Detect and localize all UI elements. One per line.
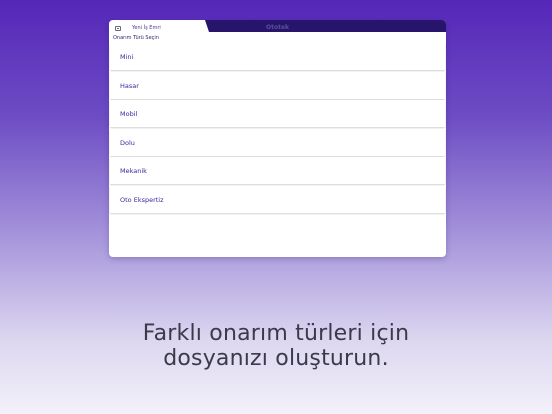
section-title: Onarım Türü Seçin [113,35,159,41]
list-item-label: Mekanik [120,167,147,176]
tab-new-work-order-label: Yeni İş Emri [132,25,161,31]
repair-type-list: Mini Hasar Mobil Dolu Mekanik Oto Eksper… [110,43,445,215]
tab-new-work-order[interactable]: Yeni İş Emri [109,20,209,32]
repair-type-mekanik[interactable]: Mekanik [110,157,445,185]
list-item-label: Hasar [120,81,139,90]
repair-type-dolu[interactable]: Dolu [110,128,445,156]
list-item-label: Mobil [120,110,138,119]
list-item-label: Mini [120,53,134,61]
promo-caption: Farklı onarım türleri için dosyanızı olu… [0,321,552,371]
repair-type-mobil[interactable]: Mobil [110,100,445,128]
caption-line-2: dosyanızı oluşturun. [163,346,389,371]
tab-bar: Yeni İş Emri Ototek [109,20,446,32]
caption-line-1: Farklı onarım türleri için [142,321,410,346]
document-icon [115,26,121,31]
list-item-label: Dolu [120,138,135,147]
repair-type-mini[interactable]: Mini [110,43,445,70]
repair-type-hasar[interactable]: Hasar [110,71,445,99]
list-item-label: Oto Ekspertiz [120,195,164,204]
repair-type-oto-ekspertiz[interactable]: Oto Ekspertiz [110,185,445,213]
tab-ototek[interactable]: Ototek [266,24,289,31]
app-window: Yeni İş Emri Ototek Onarım Türü Seçin Mi… [109,20,446,257]
